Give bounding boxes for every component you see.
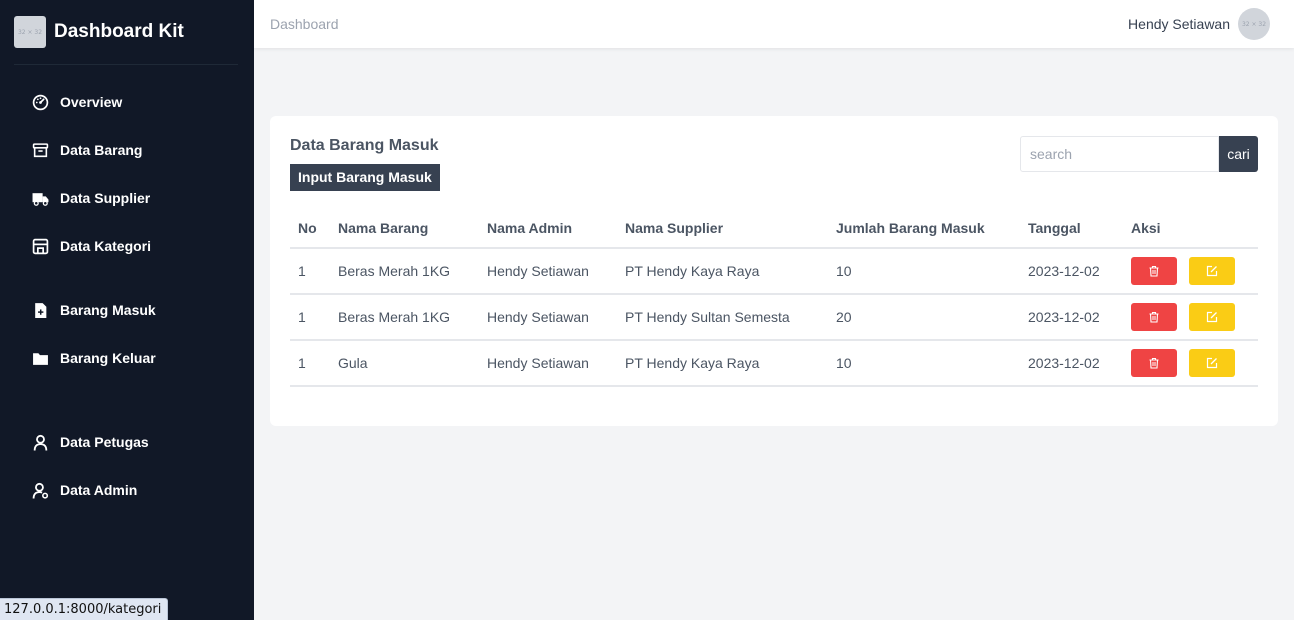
archive-box-icon [31, 141, 49, 159]
cell-jumlah: 10 [828, 340, 1020, 387]
cell-no: 1 [290, 248, 330, 295]
sidebar-item-label: Overview [60, 94, 123, 110]
trash-icon [1149, 357, 1159, 369]
barang-masuk-card: Data Barang Masuk Input Barang Masuk car… [270, 116, 1278, 426]
edit-button[interactable] [1188, 257, 1235, 285]
sidebar-item-label: Barang Masuk [60, 302, 156, 318]
cell-tanggal: 2023-12-02 [1020, 340, 1123, 387]
edit-icon [1206, 265, 1217, 277]
sidebar-item-data-supplier[interactable]: Data Supplier [0, 174, 254, 222]
sidebar-item-label: Barang Keluar [60, 350, 156, 366]
column-header-aksi: Aksi [1123, 208, 1258, 249]
table-row: 1 Beras Merah 1KG Hendy Setiawan PT Hend… [290, 248, 1258, 295]
cell-aksi [1123, 294, 1258, 341]
sidebar-item-data-admin[interactable]: Data Admin [0, 466, 254, 514]
breadcrumb[interactable]: Dashboard [270, 16, 339, 32]
user-name[interactable]: Hendy Setiawan [1128, 16, 1230, 32]
store-icon [31, 237, 49, 255]
cell-tanggal: 2023-12-02 [1020, 294, 1123, 341]
brand[interactable]: 32 × 32 Dashboard Kit [0, 0, 254, 64]
cell-jumlah: 20 [828, 294, 1020, 341]
column-header-nama-supplier: Nama Supplier [617, 208, 828, 249]
trash-icon [1149, 265, 1159, 277]
search-form: cari [1020, 136, 1258, 172]
edit-button[interactable] [1188, 349, 1235, 377]
cell-tanggal: 2023-12-02 [1020, 248, 1123, 295]
sidebar-item-label: Data Petugas [60, 434, 149, 450]
cell-no: 1 [290, 340, 330, 387]
sidebar-item-barang-keluar[interactable]: Barang Keluar [0, 334, 254, 382]
sidebar-item-data-barang[interactable]: Data Barang [0, 126, 254, 174]
status-bar-url: 127.0.0.1:8000/kategori [0, 598, 169, 620]
cell-no: 1 [290, 294, 330, 341]
cell-nama-admin: Hendy Setiawan [479, 248, 617, 295]
sidebar-item-label: Data Supplier [60, 190, 151, 206]
table-row: 1 Beras Merah 1KG Hendy Setiawan PT Hend… [290, 294, 1258, 341]
cell-jumlah: 10 [828, 248, 1020, 295]
top-bar: Dashboard Hendy Setiawan 32 × 32 [254, 0, 1294, 48]
folder-icon [31, 349, 49, 367]
sidebar-item-overview[interactable]: Overview [0, 78, 254, 126]
truck-icon [31, 189, 49, 207]
column-header-tanggal: Tanggal [1020, 208, 1123, 249]
cell-nama-supplier: PT Hendy Kaya Raya [617, 340, 828, 387]
table-header-row: No Nama Barang Nama Admin Nama Supplier … [290, 208, 1258, 249]
table-row: 1 Gula Hendy Setiawan PT Hendy Kaya Raya… [290, 340, 1258, 387]
user-cog-icon [31, 481, 49, 499]
delete-button[interactable] [1131, 349, 1177, 377]
edit-icon [1206, 357, 1217, 369]
file-plus-icon [31, 301, 49, 319]
delete-button[interactable] [1131, 257, 1177, 285]
avatar[interactable]: 32 × 32 [1238, 8, 1270, 40]
cell-aksi [1123, 340, 1258, 387]
barang-masuk-table: No Nama Barang Nama Admin Nama Supplier … [290, 208, 1258, 387]
sidebar-item-data-kategori[interactable]: Data Kategori [0, 222, 254, 270]
sidebar-item-label: Data Admin [60, 482, 138, 498]
search-input[interactable] [1020, 136, 1219, 172]
brand-title: Dashboard Kit [54, 21, 184, 42]
page-title: Data Barang Masuk [290, 137, 439, 154]
cell-nama-admin: Hendy Setiawan [479, 340, 617, 387]
column-header-no: No [290, 208, 330, 249]
sidebar-item-label: Data Barang [60, 142, 143, 158]
brand-logo: 32 × 32 [14, 16, 46, 48]
column-header-nama-barang: Nama Barang [330, 208, 479, 249]
sidebar-item-data-petugas[interactable]: Data Petugas [0, 418, 254, 466]
edit-button[interactable] [1188, 303, 1235, 331]
column-header-jumlah: Jumlah Barang Masuk [828, 208, 1020, 249]
cell-nama-supplier: PT Hendy Sultan Semesta [617, 294, 828, 341]
column-header-nama-admin: Nama Admin [479, 208, 617, 249]
delete-button[interactable] [1131, 303, 1177, 331]
cell-nama-admin: Hendy Setiawan [479, 294, 617, 341]
input-barang-masuk-button[interactable]: Input Barang Masuk [290, 164, 440, 191]
cell-aksi [1123, 248, 1258, 295]
cell-nama-barang: Beras Merah 1KG [330, 248, 479, 295]
cell-nama-supplier: PT Hendy Kaya Raya [617, 248, 828, 295]
user-icon [31, 433, 49, 451]
sidebar-item-barang-masuk[interactable]: Barang Masuk [0, 286, 254, 334]
cell-nama-barang: Beras Merah 1KG [330, 294, 479, 341]
trash-icon [1149, 311, 1159, 323]
cell-nama-barang: Gula [330, 340, 479, 387]
search-button[interactable]: cari [1219, 136, 1258, 172]
sidebar-item-label: Data Kategori [60, 238, 152, 254]
gauge-icon [31, 93, 49, 111]
sidebar: 32 × 32 Dashboard Kit Overview Data Bara… [0, 0, 254, 620]
sidebar-divider [14, 64, 238, 65]
edit-icon [1206, 311, 1217, 323]
